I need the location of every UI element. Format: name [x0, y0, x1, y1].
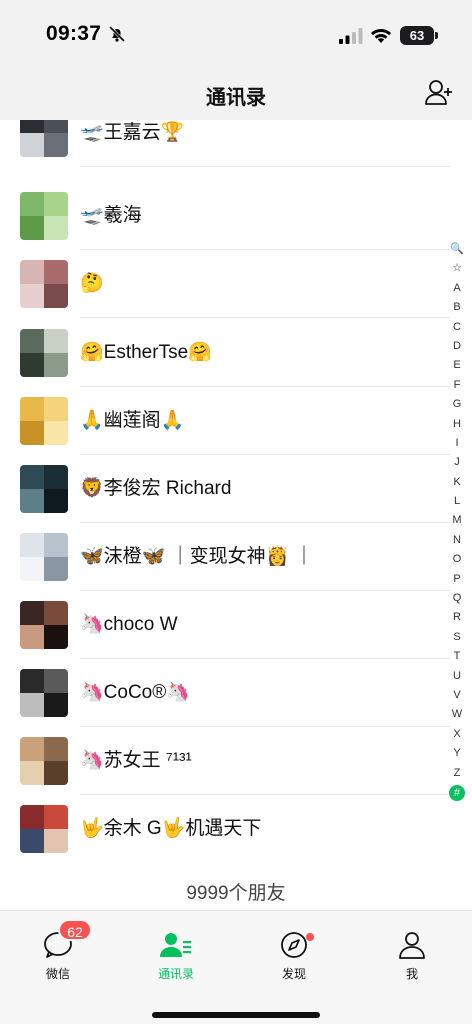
contact-item[interactable]: 🦄choco W: [0, 591, 450, 659]
index-letter[interactable]: L: [446, 492, 468, 511]
contact-avatar: [20, 601, 68, 649]
index-letter[interactable]: Z: [446, 764, 468, 783]
contact-item[interactable]: 🤟余木 G🤟机遇天下: [0, 795, 450, 863]
contact-name: 🙏幽莲阁🙏: [80, 410, 185, 431]
index-letter[interactable]: F: [446, 376, 468, 395]
contact-name: 🦄choco W: [80, 614, 178, 635]
contact-avatar: [20, 737, 68, 785]
battery-indicator: 63: [400, 26, 434, 45]
tab-label: 微信: [45, 967, 70, 981]
index-letter[interactable]: O: [446, 550, 468, 569]
contact-item[interactable]: 🦄苏女王 ⁷¹³¹: [0, 727, 450, 795]
contact-avatar: [20, 533, 68, 581]
index-letter[interactable]: Q: [446, 589, 468, 608]
contact-item[interactable]: 🦄CoCo®🦄: [0, 659, 450, 727]
contact-item[interactable]: 🙏幽莲阁🙏: [0, 387, 450, 455]
status-bar: 09:37 63: [0, 0, 472, 64]
contact-name: 🤔: [80, 273, 104, 294]
tab-me[interactable]: 我: [372, 931, 452, 991]
contact-avatar: [20, 260, 68, 308]
alphabet-index-bar[interactable]: 🔍 ☆ A B C D E F G H I J K L M N O P Q R S T U V W X Y Z #: [446, 240, 468, 801]
tab-contacts[interactable]: 通讯录: [136, 931, 216, 991]
contacts-icon: [160, 933, 191, 957]
contact-avatar: [20, 329, 68, 377]
tab-label: 我: [405, 967, 418, 981]
index-letter[interactable]: T: [446, 647, 468, 666]
tab-label: 发现: [281, 967, 306, 981]
index-letter[interactable]: E: [446, 356, 468, 375]
index-search-icon[interactable]: 🔍: [446, 240, 468, 259]
contact-avatar: [20, 465, 68, 513]
contact-avatar: [20, 397, 68, 445]
index-letter[interactable]: W: [446, 705, 468, 724]
contact-name: 🦄苏女王 ⁷¹³¹: [80, 750, 192, 771]
contact-item[interactable]: 🦁李俊宏 Richard: [0, 455, 450, 523]
index-letter[interactable]: V: [446, 686, 468, 705]
index-letter[interactable]: J: [446, 453, 468, 472]
contact-name: 🛫羲海: [80, 205, 142, 226]
divider: [80, 317, 450, 318]
add-friend-icon[interactable]: [424, 78, 454, 106]
index-letter[interactable]: A: [446, 279, 468, 298]
tab-chats[interactable]: 微信 62: [18, 919, 98, 991]
index-letter[interactable]: P: [446, 570, 468, 589]
contact-item[interactable]: 🛫王嘉云🏆: [0, 120, 450, 167]
contact-name: 🦋沫橙🦋 ｜变现女神👸 ｜: [80, 546, 314, 567]
index-letter[interactable]: U: [446, 667, 468, 686]
contact-name: 🛫王嘉云🏆: [80, 122, 185, 143]
index-letter[interactable]: X: [446, 725, 468, 744]
tab-discover[interactable]: 发现: [254, 931, 334, 991]
contact-name: 🦁李俊宏 Richard: [80, 478, 232, 499]
new-dot-indicator: [306, 933, 314, 941]
nav-bar: 通讯录: [0, 64, 472, 120]
index-letter[interactable]: H: [446, 415, 468, 434]
contact-item[interactable]: 🤗EstherTse🤗: [0, 319, 450, 387]
compass-icon: [281, 932, 307, 958]
index-letter[interactable]: D: [446, 337, 468, 356]
index-star-icon[interactable]: ☆: [446, 259, 468, 278]
contact-avatar: [20, 192, 68, 240]
divider: [80, 166, 450, 167]
person-icon: [399, 932, 425, 959]
battery-tip: [435, 32, 438, 39]
contact-name: 🤗EstherTse🤗: [80, 342, 212, 363]
contact-item[interactable]: 🤔: [0, 250, 450, 318]
contact-avatar: [20, 805, 68, 853]
index-letter[interactable]: S: [446, 628, 468, 647]
index-letter[interactable]: I: [446, 434, 468, 453]
contact-avatar: [20, 120, 68, 157]
index-letter[interactable]: M: [446, 511, 468, 530]
contact-name: 🤟余木 G🤟机遇天下: [80, 818, 262, 839]
contact-item[interactable]: 🛫羲海: [0, 182, 450, 250]
friend-count: 9999个朋友: [186, 883, 286, 904]
unread-badge: 62: [58, 919, 92, 941]
tab-bar: 微信 62 通讯录 发现 我: [0, 910, 472, 1024]
index-letter[interactable]: N: [446, 531, 468, 550]
index-hash-item[interactable]: #: [449, 784, 465, 801]
index-letter[interactable]: B: [446, 298, 468, 317]
index-letter[interactable]: R: [446, 608, 468, 627]
tab-label: 通讯录: [157, 967, 194, 981]
wifi-icon: [371, 29, 391, 43]
cellular-signal-icon: [339, 28, 363, 44]
contact-avatar: [20, 669, 68, 717]
index-letter[interactable]: K: [446, 473, 468, 492]
bell-muted-icon: [108, 25, 126, 43]
page-title: 通讯录: [206, 87, 266, 109]
index-letter[interactable]: C: [446, 318, 468, 337]
index-letter[interactable]: Y: [446, 744, 468, 763]
contact-name: 🦄CoCo®🦄: [80, 682, 190, 703]
home-indicator: [152, 1012, 320, 1018]
status-time: 09:37: [46, 22, 102, 45]
index-letter[interactable]: G: [446, 395, 468, 414]
contact-item[interactable]: 🦋沫橙🦋 ｜变现女神👸 ｜: [0, 523, 450, 591]
contact-list[interactable]: 🛫王嘉云🏆 🛫羲海 🤔 🤗EstherTse🤗 🙏幽莲阁🙏 🦁李俊宏 Richa…: [0, 120, 472, 910]
